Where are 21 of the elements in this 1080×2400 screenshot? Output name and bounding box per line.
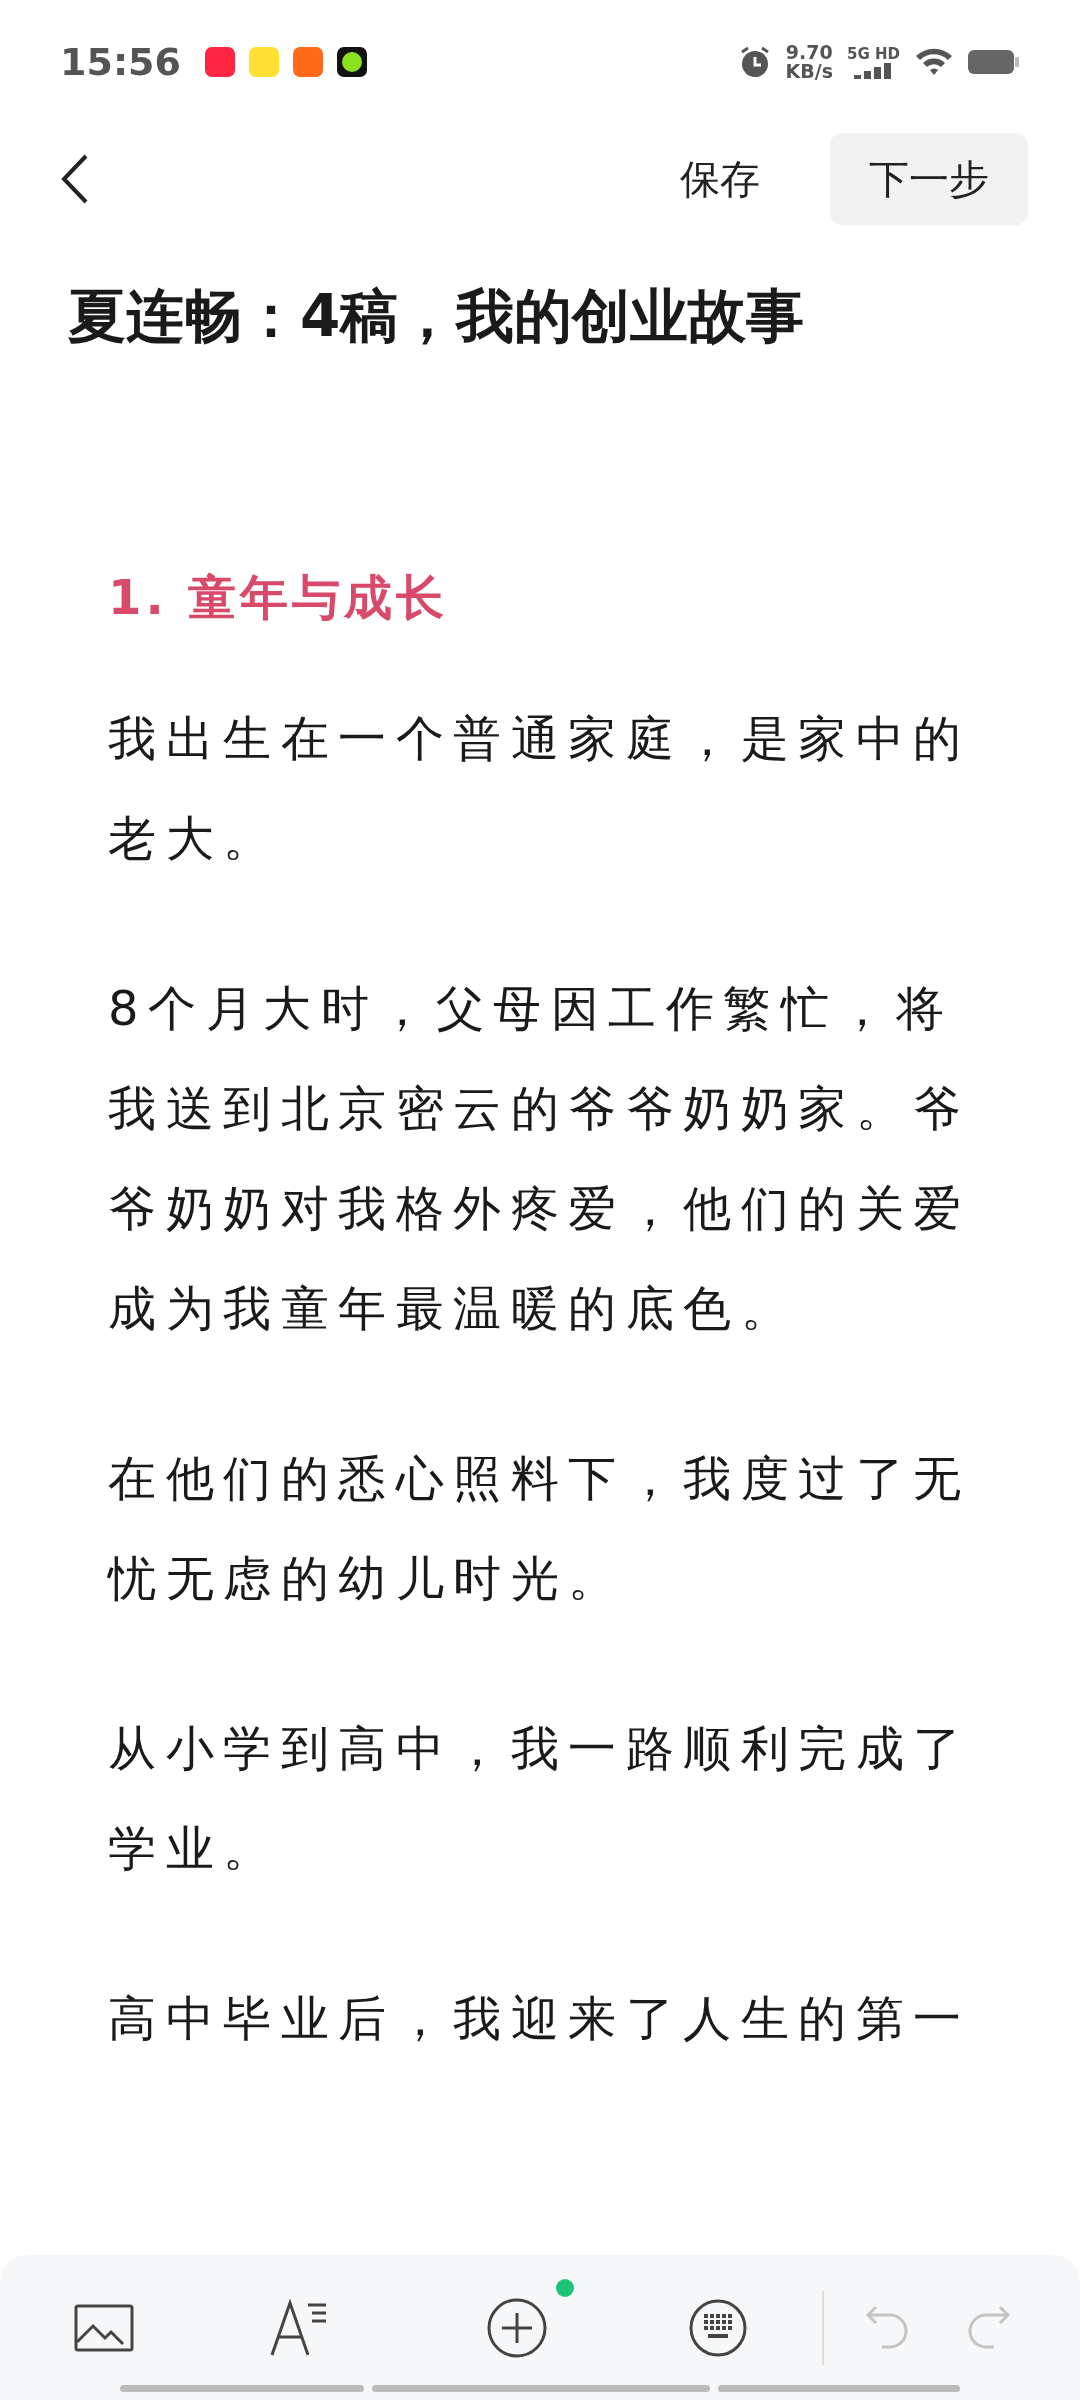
keyboard-icon[interactable] bbox=[688, 2297, 748, 2358]
app-notification-icon bbox=[292, 47, 323, 77]
network-label: 5G HD bbox=[847, 45, 900, 63]
article-title: 夏连畅：4稿，我的创业故事 bbox=[68, 281, 806, 352]
app-notification-icon bbox=[336, 47, 367, 77]
status-time: 15:56 bbox=[60, 40, 181, 84]
section-heading: 1. 童年与成长 bbox=[108, 568, 450, 627]
battery-icon bbox=[968, 48, 1020, 76]
image-icon[interactable] bbox=[74, 2303, 134, 2352]
app-notification-icon bbox=[204, 47, 235, 77]
paragraph: 在他们的悉心照料下，我度过了无忧无虑的幼儿时光。 bbox=[108, 1449, 972, 1608]
app-notification-icon bbox=[248, 47, 279, 77]
paragraph: 高中毕业后，我迎来了人生的第一 bbox=[108, 1989, 972, 2048]
network-speed: 9.70 KB/s bbox=[785, 43, 833, 81]
add-icon[interactable] bbox=[486, 2296, 548, 2359]
save-button[interactable]: 保存 bbox=[680, 151, 760, 207]
paragraph: 从小学到高中，我一路顺利完成了学业。 bbox=[108, 1719, 972, 1878]
paragraph: 8个月大时，父母因工作繁忙，将我送到北京密云的爷爷奶奶家。爷爷奶奶对我格外疼爱，他们的关爱成为我童年最温暖的底色。 bbox=[108, 979, 972, 1338]
paragraph: 我出生在一个普通家庭，是家中的老大。 bbox=[108, 709, 972, 868]
next-step-button[interactable]: 下一步 bbox=[830, 133, 1028, 225]
signal-icon bbox=[853, 63, 894, 79]
